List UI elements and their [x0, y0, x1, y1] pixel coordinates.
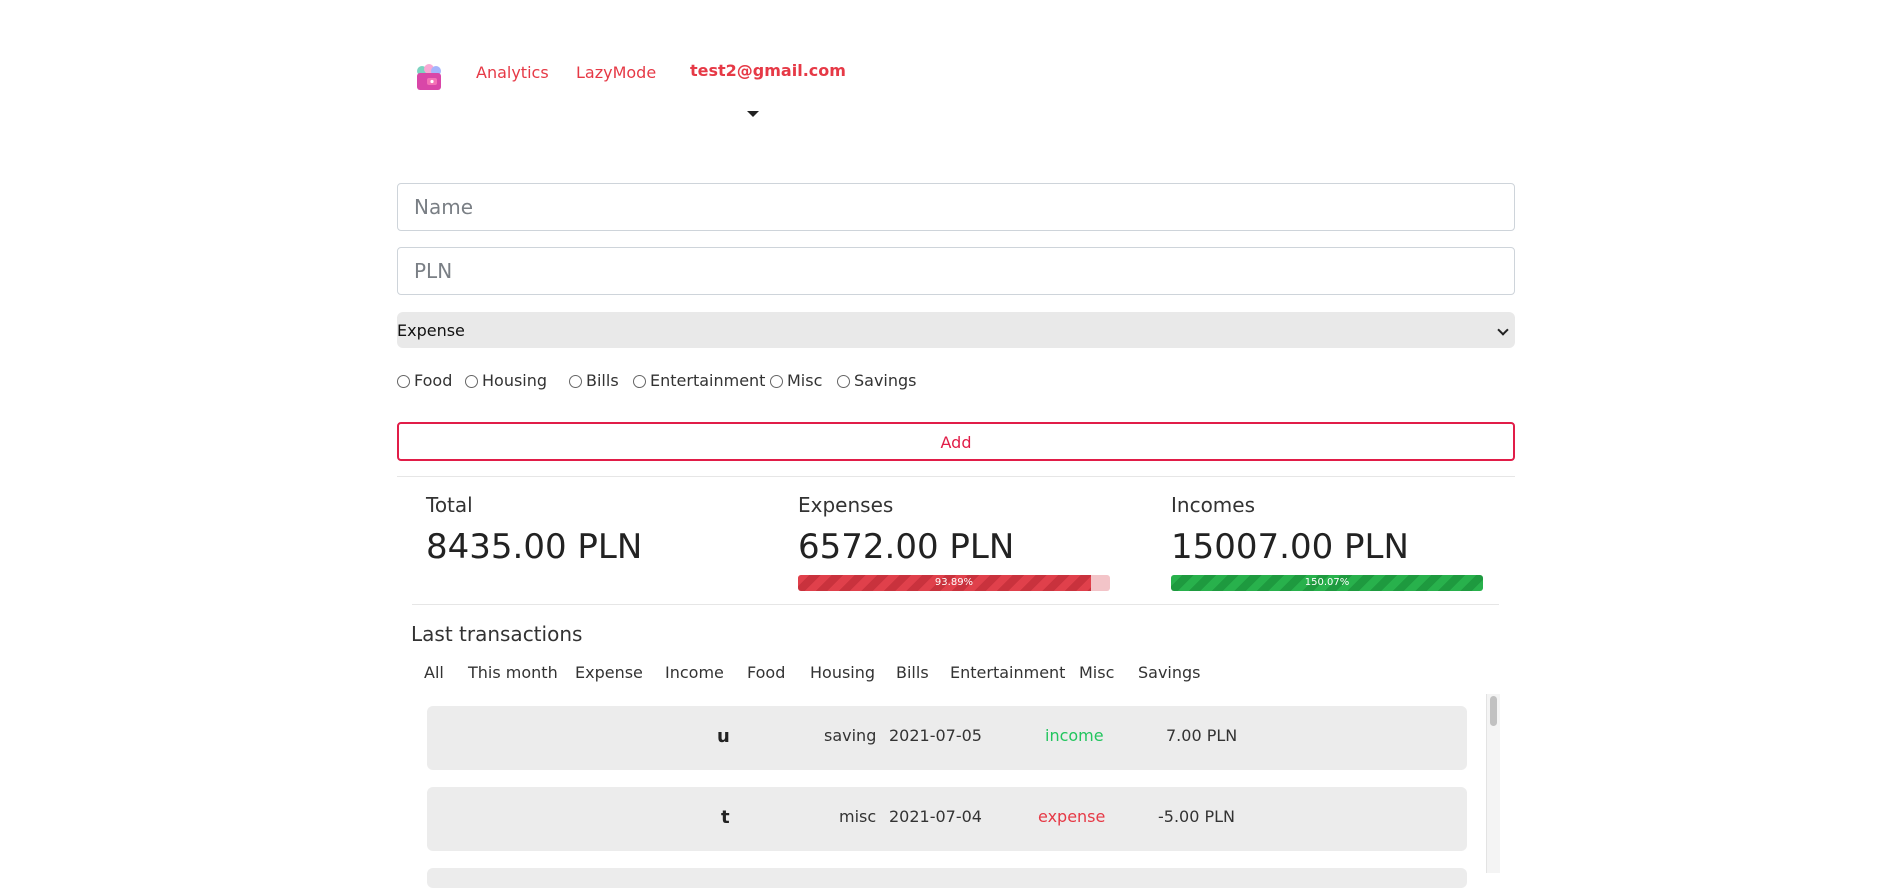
filter-savings[interactable]: Savings	[1138, 663, 1201, 682]
radio-savings[interactable]: Savings	[837, 371, 917, 390]
transaction-category: saving	[824, 726, 877, 745]
radio-circle-icon[interactable]	[465, 375, 478, 388]
stat-incomes-value: 15007.00 PLN	[1171, 527, 1409, 567]
stat-total: Total 8435.00 PLN	[426, 493, 738, 567]
transaction-amount: 7.00 PLN	[1166, 726, 1238, 745]
transaction-row[interactable]: u saving 2021-07-05 income 7.00 PLN	[427, 706, 1467, 770]
filter-entertainment[interactable]: Entertainment	[950, 663, 1065, 682]
radio-label: Misc	[787, 371, 823, 390]
radio-circle-icon[interactable]	[569, 375, 582, 388]
divider	[412, 604, 1499, 605]
radio-housing[interactable]: Housing	[465, 371, 547, 390]
expenses-progress-text: 93.89%	[934, 577, 974, 588]
radio-label: Entertainment	[650, 371, 766, 390]
stat-total-label: Total	[426, 493, 473, 517]
filter-income[interactable]: Income	[665, 663, 724, 682]
nav-lazymode-link[interactable]: LazyMode	[576, 63, 656, 82]
user-email-menu[interactable]: test2@gmail.com	[690, 61, 846, 80]
type-select[interactable]: Expense	[397, 312, 1515, 348]
nav-analytics-link[interactable]: Analytics	[476, 63, 549, 82]
radio-label: Savings	[854, 371, 917, 390]
radio-bills[interactable]: Bills	[569, 371, 619, 390]
divider	[397, 476, 1515, 477]
radio-food[interactable]: Food	[397, 371, 452, 390]
transactions-title: Last transactions	[411, 622, 583, 646]
radio-circle-icon[interactable]	[770, 375, 783, 388]
transaction-row[interactable]: t misc 2021-07-04 expense -5.00 PLN	[427, 787, 1467, 851]
transaction-amount: -5.00 PLN	[1158, 807, 1236, 826]
caret-down-icon[interactable]	[747, 111, 759, 117]
radio-circle-icon[interactable]	[633, 375, 646, 388]
radio-entertainment[interactable]: Entertainment	[633, 371, 765, 390]
radio-misc[interactable]: Misc	[770, 371, 822, 390]
transaction-date: 2021-07-04	[889, 807, 982, 826]
transaction-name: u	[717, 726, 730, 747]
stat-incomes-label: Incomes	[1171, 493, 1256, 517]
filter-misc[interactable]: Misc	[1079, 663, 1114, 682]
transaction-date: 2021-07-05	[889, 726, 982, 745]
type-select-value: Expense	[397, 321, 465, 340]
transaction-type: income	[1045, 726, 1104, 745]
filter-housing[interactable]: Housing	[810, 663, 875, 682]
incomes-progress-bar: 150.07%	[1171, 575, 1483, 591]
filter-food[interactable]: Food	[747, 663, 785, 682]
wallet-logo-icon[interactable]	[413, 62, 445, 94]
scrollbar-thumb[interactable]	[1490, 696, 1497, 726]
radio-label: Housing	[482, 371, 548, 390]
radio-label: Food	[414, 371, 453, 390]
incomes-progress-text: 150.07%	[1304, 577, 1350, 588]
transaction-row[interactable]	[427, 868, 1467, 888]
radio-label: Bills	[586, 371, 619, 390]
radio-circle-icon[interactable]	[837, 375, 850, 388]
chevron-down-icon	[1497, 324, 1509, 336]
stat-expenses: Expenses 6572.00 PLN 93.89%	[798, 493, 1110, 591]
radio-circle-icon[interactable]	[397, 375, 410, 388]
expenses-progress-bar: 93.89%	[798, 575, 1110, 591]
filter-this-month[interactable]: This month	[468, 663, 558, 682]
stat-expenses-label: Expenses	[798, 493, 894, 517]
name-input[interactable]	[397, 183, 1515, 231]
stat-incomes: Incomes 15007.00 PLN 150.07%	[1171, 493, 1483, 591]
transaction-type: expense	[1038, 807, 1106, 826]
stat-expenses-value: 6572.00 PLN	[798, 527, 1015, 567]
transaction-category: misc	[839, 807, 877, 826]
navbar: Analytics LazyMode test2@gmail.com	[397, 0, 1515, 130]
stat-total-value: 8435.00 PLN	[426, 527, 643, 567]
amount-input[interactable]	[397, 247, 1515, 295]
filter-bills[interactable]: Bills	[896, 663, 929, 682]
filter-all[interactable]: All	[424, 663, 444, 682]
transactions-scrollbar[interactable]	[1486, 694, 1500, 873]
add-button[interactable]: Add	[397, 422, 1515, 461]
filter-expense[interactable]: Expense	[575, 663, 643, 682]
transaction-name: t	[721, 807, 730, 828]
